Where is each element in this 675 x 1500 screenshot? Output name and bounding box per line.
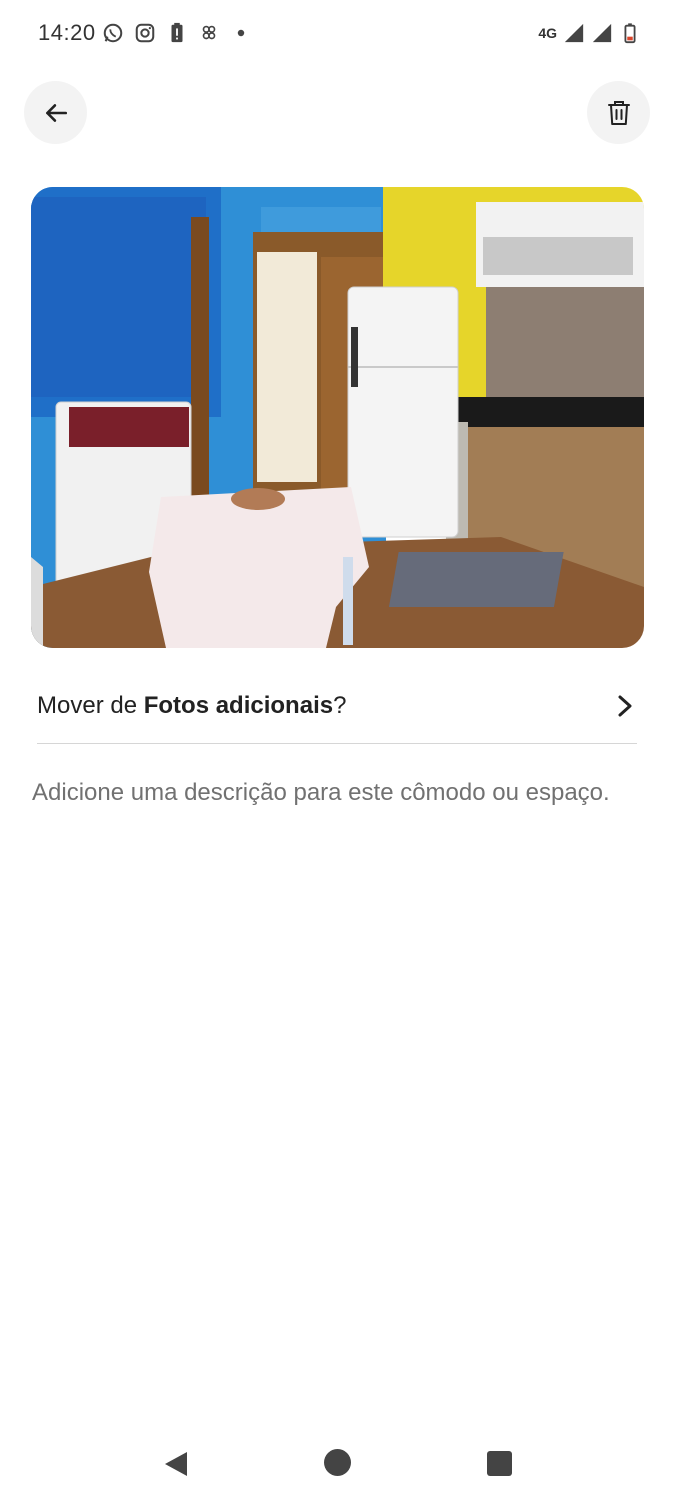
screen: 14:20 4G Mover de Fotos adicionais? Adic… bbox=[0, 0, 675, 1500]
arrow-left-icon bbox=[45, 103, 67, 122]
room-photo bbox=[31, 187, 644, 648]
move-album-row[interactable]: Mover de Fotos adicionais? bbox=[37, 668, 637, 744]
status-notification-icons bbox=[102, 22, 252, 44]
whatsapp-icon bbox=[103, 23, 123, 43]
status-bar: 14:20 4G bbox=[0, 0, 675, 70]
room-photo-illustration bbox=[31, 187, 644, 648]
battery-alert-icon bbox=[171, 22, 183, 43]
chevron-right-icon bbox=[618, 695, 632, 716]
delete-photo-button[interactable] bbox=[587, 81, 650, 144]
signal-icon bbox=[592, 23, 612, 43]
move-prefix: Mover de bbox=[37, 691, 144, 719]
battery-icon bbox=[624, 23, 636, 44]
app-notification-icon bbox=[202, 25, 216, 40]
nav-back-icon[interactable] bbox=[163, 1450, 189, 1478]
move-album-label: Mover de Fotos adicionais? bbox=[37, 692, 346, 720]
description-input[interactable]: Adicione uma descrição para este cômodo … bbox=[32, 774, 632, 812]
navigation-bar bbox=[0, 1420, 675, 1500]
dot-icon bbox=[237, 29, 245, 37]
nav-home-icon[interactable] bbox=[324, 1449, 351, 1476]
instagram-icon bbox=[135, 23, 155, 43]
move-suffix: ? bbox=[333, 691, 347, 719]
network-type-label: 4G bbox=[538, 25, 557, 41]
trash-icon bbox=[607, 100, 630, 125]
status-system-icons: 4G bbox=[538, 22, 641, 44]
status-time: 14:20 bbox=[38, 20, 96, 45]
signal-icon bbox=[564, 23, 584, 43]
nav-recents-icon[interactable] bbox=[487, 1451, 512, 1476]
album-name: Fotos adicionais bbox=[143, 691, 334, 719]
back-button[interactable] bbox=[24, 81, 87, 144]
